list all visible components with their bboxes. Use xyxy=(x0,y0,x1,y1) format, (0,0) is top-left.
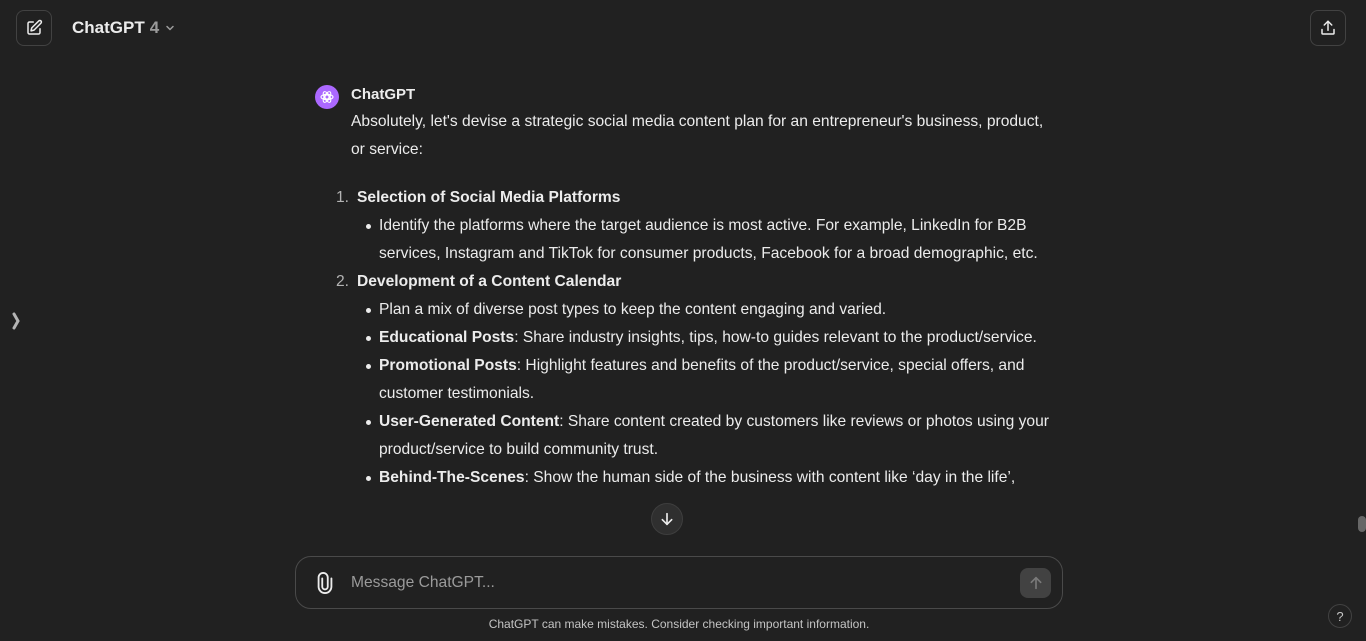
bullet-bold: Promotional Posts xyxy=(379,357,517,374)
bullet-list: Identify the platforms where the target … xyxy=(357,212,1051,268)
message-input[interactable] xyxy=(351,567,1001,599)
list-item: 1. Selection of Social Media Platforms I… xyxy=(336,184,1051,268)
bullet-text: : Show the human side of the business wi… xyxy=(524,469,1016,486)
disclaimer-text: ChatGPT can make mistakes. Consider chec… xyxy=(488,617,870,631)
bullet-bold: User-Generated Content xyxy=(379,413,560,430)
bullet-list: Plan a mix of diverse post types to keep… xyxy=(357,296,1051,492)
bullet-item: User-Generated Content: Share content cr… xyxy=(366,408,1051,464)
section-heading: Selection of Social Media Platforms xyxy=(357,189,621,206)
scroll-to-bottom-button[interactable] xyxy=(651,503,683,535)
arrow-up-icon xyxy=(1030,576,1041,590)
arrow-down-icon xyxy=(661,512,673,526)
send-button[interactable] xyxy=(1020,568,1051,598)
bullet-item: Plan a mix of diverse post types to keep… xyxy=(366,296,1051,324)
assistant-avatar xyxy=(315,85,339,109)
openai-logo-icon xyxy=(320,91,334,103)
message-composer xyxy=(295,556,1063,609)
scrollbar-thumb[interactable] xyxy=(1358,516,1366,532)
bullet-text: Identify the platforms where the target … xyxy=(379,217,1038,262)
message-sender: ChatGPT xyxy=(351,86,416,103)
bullet-bold: Behind-The-Scenes xyxy=(379,469,525,486)
paperclip-icon[interactable] xyxy=(314,571,336,595)
help-button[interactable]: ? xyxy=(1328,604,1352,628)
bullet-bold: Educational Posts xyxy=(379,329,515,346)
bullet-text: Plan a mix of diverse post types to keep… xyxy=(379,301,887,318)
content-plan-list: 1. Selection of Social Media Platforms I… xyxy=(336,184,1051,492)
bullet-item: Promotional Posts: Highlight features an… xyxy=(366,352,1051,408)
list-item: 2. Development of a Content Calendar Pla… xyxy=(336,268,1051,492)
bullet-item: Identify the platforms where the target … xyxy=(366,212,1051,268)
assistant-message: Absolutely, let's devise a strategic soc… xyxy=(336,108,1051,492)
bullet-item: Educational Posts: Share industry insigh… xyxy=(366,324,1051,352)
message-intro: Absolutely, let's devise a strategic soc… xyxy=(351,113,1044,158)
list-number: 2. xyxy=(336,273,350,290)
bullet-item: Behind-The-Scenes: Show the human side o… xyxy=(366,464,1051,492)
bullet-text: : Share industry insights, tips, how-to … xyxy=(514,329,1037,346)
section-heading: Development of a Content Calendar xyxy=(357,273,622,290)
conversation-area: ChatGPT Absolutely, let's devise a strat… xyxy=(0,0,1366,551)
list-number: 1. xyxy=(336,189,350,206)
